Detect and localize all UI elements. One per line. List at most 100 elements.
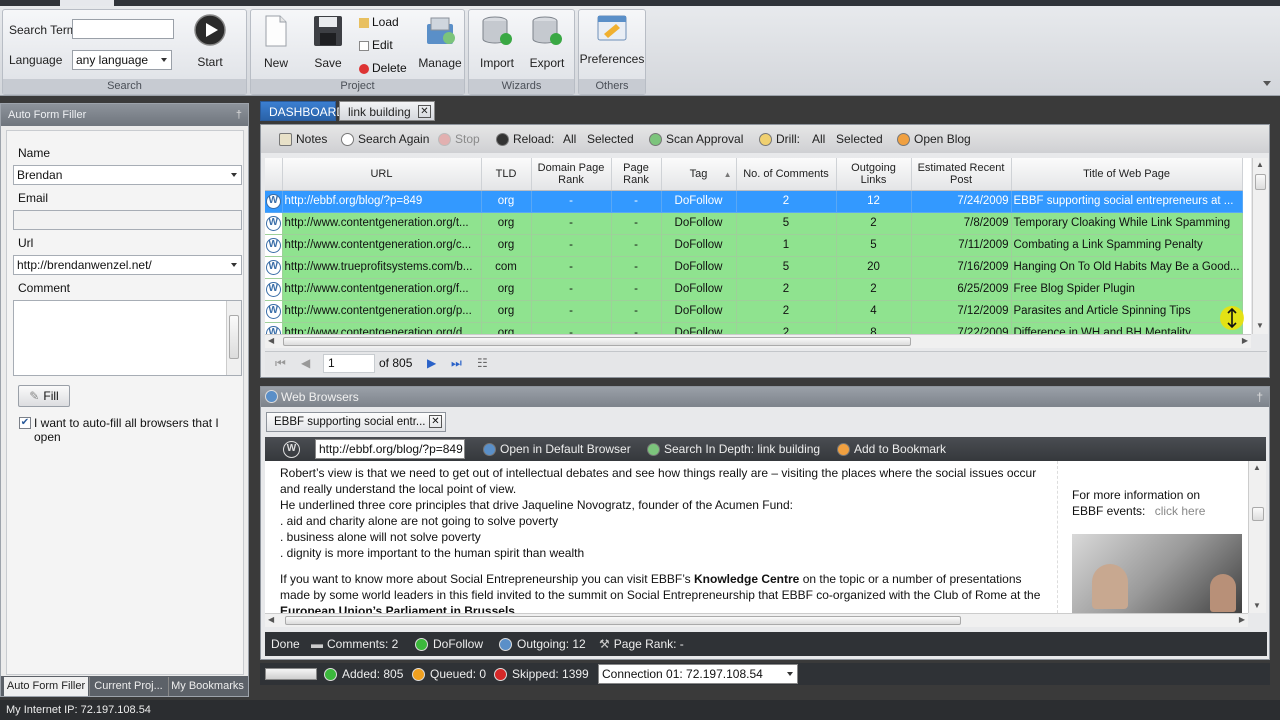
import-button[interactable]: Import (475, 14, 519, 70)
open-blog-button[interactable]: Open Blog (897, 125, 971, 153)
comment-textarea[interactable] (13, 300, 242, 376)
table-row[interactable]: W http://www.contentgeneration.org/p... … (265, 300, 1243, 323)
email-field[interactable] (13, 210, 242, 230)
page-vscroll-thumb[interactable] (1252, 507, 1264, 521)
grid-vscroll-thumb[interactable] (1255, 174, 1266, 190)
close-icon[interactable]: ✕ (418, 105, 431, 118)
scroll-down-icon[interactable]: ▼ (1253, 601, 1261, 610)
browser-tab[interactable]: EBBF supporting social entr... ✕ (266, 412, 446, 432)
cell-url[interactable]: http://www.contentgeneration.org/p... (282, 300, 482, 323)
page-vertical-scrollbar[interactable]: ▲ ▼ (1248, 461, 1266, 613)
reload-all-button[interactable]: All (563, 125, 576, 153)
cell-title: EBBF supporting social entrepreneurs at … (1011, 190, 1243, 213)
tab-auto-form-filler[interactable]: Auto Form Filler (4, 677, 88, 696)
new-button[interactable]: New (257, 14, 295, 70)
grid-horizontal-scrollbar[interactable]: ◀ ▶ (265, 334, 1251, 348)
comment-scroll-thumb[interactable] (229, 315, 239, 359)
col-recent-post[interactable]: Estimated Recent Post (911, 158, 1012, 191)
scroll-right-icon[interactable]: ▶ (1242, 336, 1248, 345)
prev-page-icon[interactable]: ◀ (301, 352, 310, 374)
ribbon-collapse-icon[interactable] (1262, 78, 1272, 88)
scan-approval-button[interactable]: Scan Approval (649, 125, 743, 153)
search-in-depth-button[interactable]: Search In Depth: link building (647, 437, 820, 461)
scroll-down-icon[interactable]: ▼ (1256, 321, 1264, 330)
add-bookmark-button[interactable]: Add to Bookmark (837, 437, 946, 461)
tab-current-project[interactable]: Current Proj... (89, 677, 167, 696)
table-row[interactable]: W http://www.contentgeneration.org/t... … (265, 212, 1243, 235)
drill-all-button[interactable]: All (812, 125, 825, 153)
search-again-button[interactable]: Search Again (341, 125, 429, 153)
notes-button[interactable]: Notes (279, 125, 327, 153)
start-button[interactable]: Start (189, 14, 231, 69)
scroll-up-icon[interactable]: ▲ (1256, 160, 1264, 169)
cell-url[interactable]: http://ebbf.org/blog/?p=849 (282, 190, 482, 213)
cell-url[interactable]: http://www.trueprofitsystems.com/b... (282, 256, 482, 279)
manage-button[interactable]: Manage (417, 14, 463, 70)
address-bar[interactable]: http://ebbf.org/blog/?p=849 (315, 439, 465, 459)
cell-url[interactable]: http://www.contentgeneration.org/d... (282, 322, 482, 334)
grid-hscroll-thumb[interactable] (283, 337, 911, 346)
results-table: URL TLD Domain Page Rank Page Rank Tag ▲ … (265, 158, 1243, 334)
language-select[interactable]: any language (72, 50, 172, 70)
pin-icon[interactable]: † (1256, 387, 1263, 407)
last-page-icon[interactable]: ⏭ (451, 352, 462, 374)
tab-my-bookmarks[interactable]: My Bookmarks (168, 677, 246, 696)
tab-dashboard[interactable]: DASHBOARD (260, 101, 345, 121)
stop-button[interactable]: Stop (438, 125, 480, 153)
grid-vertical-scrollbar[interactable]: ▲ ▼ (1252, 158, 1268, 334)
page-horizontal-scrollbar[interactable]: ◀ ▶ (265, 613, 1248, 627)
col-tag[interactable]: Tag ▲ (661, 158, 737, 191)
scroll-up-icon[interactable]: ▲ (1253, 463, 1261, 472)
table-row[interactable]: W http://www.trueprofitsystems.com/b... … (265, 256, 1243, 279)
tab-link-building[interactable]: link building ✕ (339, 101, 435, 121)
cell-url[interactable]: http://www.contentgeneration.org/c... (282, 234, 482, 257)
page-number-input[interactable]: 1 (323, 354, 375, 373)
col-comments[interactable]: No. of Comments (736, 158, 837, 191)
scroll-left-icon[interactable]: ◀ (268, 615, 274, 624)
refresh-page-icon[interactable]: ☷ (477, 352, 488, 374)
knowledge-centre-link[interactable]: Knowledge Centre (694, 572, 799, 586)
eu-parliament-link[interactable]: European Union’s Parliament in Brussels (280, 604, 515, 613)
cell-url[interactable]: http://www.contentgeneration.org/f... (282, 278, 482, 301)
next-page-icon[interactable]: ▶ (427, 352, 436, 374)
first-page-icon[interactable]: ⏮ (275, 352, 286, 374)
url-field[interactable]: http://brendanwenzel.net/ (13, 255, 242, 275)
scroll-right-icon[interactable]: ▶ (1239, 615, 1245, 624)
preferences-button[interactable]: Preferences (579, 14, 645, 66)
pin-icon[interactable]: † (236, 104, 242, 126)
cell-tld: org (481, 278, 532, 301)
search-term-input[interactable] (72, 19, 174, 39)
cell-page-rank: - (611, 300, 662, 323)
col-outgoing-links[interactable]: Outgoing Links (836, 158, 912, 191)
col-page-rank[interactable]: Page Rank (611, 158, 662, 191)
reload-selected-button[interactable]: Selected (587, 125, 634, 153)
autofill-checkbox[interactable]: ✔ (19, 417, 31, 429)
close-icon[interactable]: ✕ (429, 415, 442, 428)
export-button[interactable]: Export (525, 14, 569, 70)
name-field[interactable]: Brendan (13, 165, 242, 185)
table-row[interactable]: W http://www.contentgeneration.org/d... … (265, 322, 1243, 334)
table-row[interactable]: W http://www.contentgeneration.org/f... … (265, 278, 1243, 301)
rank-icon: ⚒ (599, 637, 610, 651)
col-title[interactable]: Title of Web Page (1011, 158, 1243, 191)
ribbon-home-tab[interactable] (60, 0, 114, 6)
page-hscroll-thumb[interactable] (285, 616, 961, 625)
click-here-link[interactable]: click here (1155, 504, 1206, 518)
row-icon: W (265, 234, 283, 257)
article-text: If you want to know more about Social En… (280, 572, 694, 586)
table-row[interactable]: W http://ebbf.org/blog/?p=849 org - - Do… (265, 190, 1243, 213)
connection-select[interactable]: Connection 01: 72.197.108.54 (598, 664, 798, 684)
cell-url[interactable]: http://www.contentgeneration.org/t... (282, 212, 482, 235)
col-url[interactable]: URL (282, 158, 482, 191)
save-button[interactable]: Save (309, 14, 347, 70)
scroll-left-icon[interactable]: ◀ (268, 336, 274, 345)
reload-label-group: Reload: (496, 125, 554, 153)
fill-button[interactable]: ✎ Fill (18, 385, 70, 407)
open-default-browser-button[interactable]: Open in Default Browser (483, 437, 631, 461)
col-tld[interactable]: TLD (481, 158, 532, 191)
table-row[interactable]: W http://www.contentgeneration.org/c... … (265, 234, 1243, 257)
col-domain-page-rank[interactable]: Domain Page Rank (531, 158, 612, 191)
tab-link-building-label: link building (348, 105, 411, 119)
comment-scrollbar[interactable] (226, 301, 241, 375)
drill-selected-button[interactable]: Selected (836, 125, 883, 153)
